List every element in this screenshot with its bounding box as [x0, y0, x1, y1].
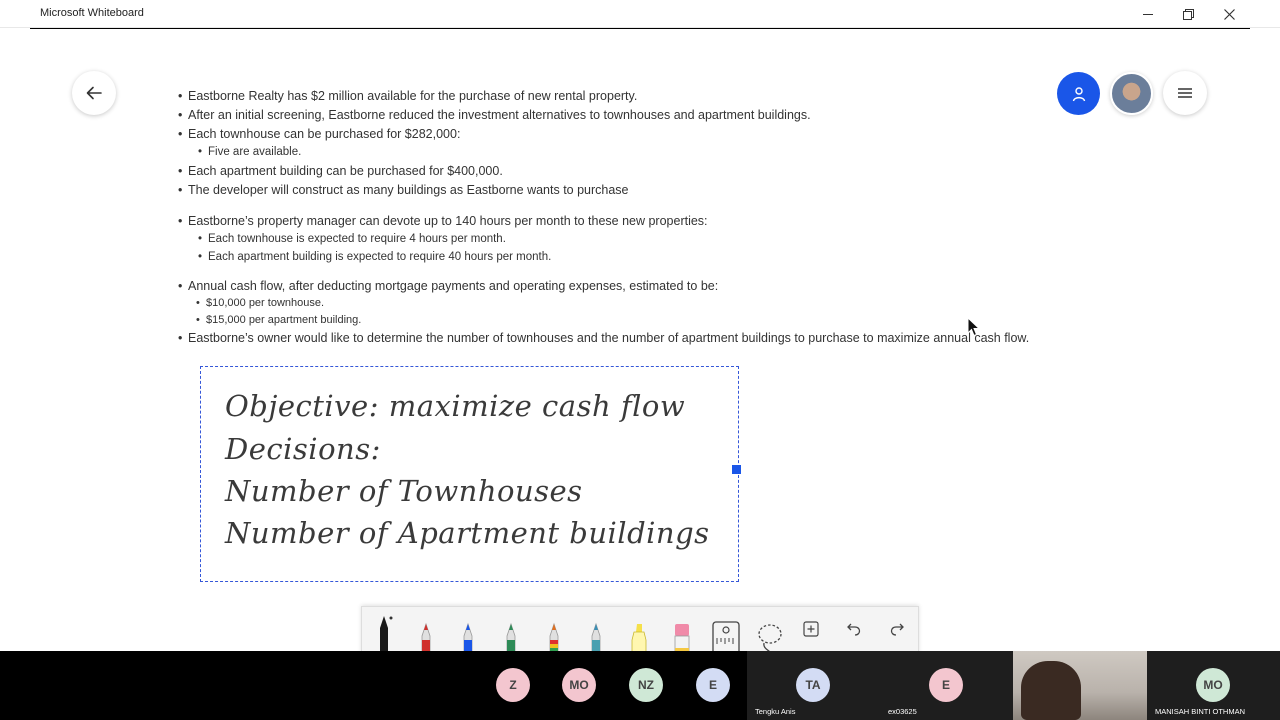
participant-avatar: E — [696, 668, 730, 702]
sub-bullet-line: • $15,000 per apartment building. — [196, 314, 362, 326]
person-icon — [1072, 86, 1085, 101]
sub-bullet-line: • Five are available. — [198, 146, 302, 158]
pen-black-tool[interactable] — [366, 610, 402, 654]
bullet-line: • The developer will construct as many bu… — [178, 183, 629, 197]
participant-name: ex03625 — [888, 707, 917, 716]
desktop-edge-right — [1250, 0, 1280, 651]
close-button[interactable] — [1209, 0, 1249, 28]
lasso-tool[interactable] — [752, 610, 788, 654]
bullet-text: The developer will construct as many bui… — [188, 183, 629, 197]
ruler-icon — [712, 621, 740, 654]
bullet-text: Eastborne’s property manager can devote … — [188, 214, 708, 228]
restore-icon — [1182, 8, 1194, 20]
bullet-text: Each apartment building can be purchased… — [188, 164, 503, 178]
settings-menu-button[interactable] — [1163, 71, 1207, 115]
participant-tile[interactable]: Z — [480, 651, 546, 720]
participant-avatar: MO — [562, 668, 596, 702]
participant-tile[interactable]: E — [680, 651, 747, 720]
bullet-text: $15,000 per apartment building. — [206, 314, 362, 326]
participant-avatar: E — [929, 668, 963, 702]
participant-name: Tengku Anis — [755, 707, 796, 716]
pen-red-tool[interactable] — [408, 610, 444, 654]
lasso-icon — [758, 624, 782, 653]
bullet-text: Each townhouse is expected to require 4 … — [208, 233, 506, 245]
back-arrow-icon — [86, 86, 102, 100]
bullet-line: • Each apartment building can be purchase… — [178, 164, 503, 178]
hamburger-menu-icon — [1178, 88, 1192, 98]
note-decisions-line: Decisions: — [225, 432, 381, 466]
participant-tile[interactable]: TA Tengku Anis — [747, 651, 880, 720]
share-button[interactable] — [1057, 72, 1100, 115]
pen-green-tool[interactable] — [493, 610, 529, 654]
undo-icon — [847, 623, 861, 636]
participant-avatar: TA — [796, 668, 830, 702]
participant-name: MANISAH BINTI OTHMAN — [1155, 707, 1246, 716]
minimize-icon — [1143, 13, 1153, 15]
app-title: Microsoft Whiteboard — [40, 7, 144, 19]
minimize-button[interactable] — [1128, 0, 1168, 28]
back-button[interactable] — [72, 71, 116, 115]
whiteboard-canvas[interactable]: • Eastborne Realty has $2 million availab… — [30, 29, 1250, 654]
ruler-tool[interactable] — [708, 610, 744, 654]
sub-bullet-line: • $10,000 per townhouse. — [196, 297, 325, 309]
bullet-text: After an initial screening, Eastborne re… — [188, 108, 811, 122]
pen-black-icon — [380, 616, 393, 654]
restore-button[interactable] — [1168, 0, 1208, 28]
bullet-line: • After an initial screening, Eastborne r… — [178, 108, 811, 122]
note-objective-line: Objective: maximize cash flow — [225, 389, 686, 423]
bullet-text: Eastborne Realty has $2 million availabl… — [188, 89, 638, 103]
eraser-icon — [674, 624, 690, 654]
pen-blue-icon — [463, 622, 473, 654]
pen-rainbow-icon — [549, 622, 559, 654]
participant-tile[interactable]: E ex03625 — [880, 651, 1013, 720]
redo-button[interactable] — [879, 607, 915, 651]
mouse-cursor-icon — [967, 317, 981, 337]
meeting-participant-strip: Z MO NZ E TA Tengku Anis E ex03625 MO MA… — [0, 651, 1280, 720]
bullet-text: Five are available. — [208, 146, 302, 158]
bullet-line: • Annual cash flow, after deducting mortg… — [178, 279, 719, 293]
highlighter-tool[interactable] — [621, 610, 657, 654]
participant-avatar: MO — [1196, 668, 1230, 702]
pen-galaxy-icon — [591, 622, 601, 654]
participant-avatar: Z — [496, 668, 530, 702]
bullet-line: • Each townhouse can be purchased for $28… — [178, 127, 461, 141]
desktop-edge-left — [0, 0, 30, 651]
participant-avatar: NZ — [629, 668, 663, 702]
sub-bullet-line: • Each apartment building is expected to … — [198, 251, 552, 263]
participant-tile[interactable]: MO — [546, 651, 613, 720]
add-icon — [803, 621, 819, 637]
note-apartments-line: Number of Apartment buildings — [225, 516, 710, 550]
bullet-text: Each apartment building is expected to r… — [208, 251, 552, 263]
bullet-text: Each townhouse can be purchased for $282… — [188, 127, 461, 141]
participant-tile[interactable]: MO MANISAH BINTI OTHMAN — [1147, 651, 1280, 720]
handwritten-note-selection[interactable]: Objective: maximize cash flow Decisions:… — [200, 366, 739, 582]
undo-button[interactable] — [836, 607, 872, 651]
pen-rainbow-tool[interactable] — [536, 610, 572, 654]
user-avatar[interactable] — [1110, 72, 1153, 115]
participant-video-tile[interactable] — [1013, 651, 1147, 720]
bullet-text: $10,000 per townhouse. — [206, 297, 325, 309]
bullet-line: • Eastborne’s property manager can devote… — [178, 214, 708, 228]
participant-video-feed — [1021, 661, 1081, 720]
pen-galaxy-tool[interactable] — [578, 610, 614, 654]
bullet-line: • Eastborne Realty has $2 million availab… — [178, 89, 638, 103]
pen-blue-tool[interactable] — [450, 610, 486, 654]
close-icon — [1223, 8, 1235, 20]
highlighter-icon — [631, 624, 647, 654]
bullet-text: Annual cash flow, after deducting mortga… — [188, 279, 719, 293]
pen-red-icon — [421, 622, 431, 654]
eraser-tool[interactable] — [664, 610, 700, 654]
pen-green-icon — [506, 622, 516, 654]
screen: Microsoft Whiteboard • Eastborne Realty h… — [0, 0, 1280, 720]
bullet-text: Eastborne’s owner would like to determin… — [188, 331, 1030, 345]
sub-bullet-line: • Each townhouse is expected to require 4… — [198, 233, 506, 245]
resize-handle[interactable] — [732, 465, 741, 474]
redo-icon — [890, 623, 904, 636]
bullet-line: • Eastborne’s owner would like to determi… — [178, 331, 1030, 345]
title-bar: Microsoft Whiteboard — [0, 0, 1280, 28]
add-button[interactable] — [793, 607, 829, 651]
inking-toolbar — [361, 606, 919, 654]
participant-tile[interactable]: NZ — [613, 651, 680, 720]
note-townhouses-line: Number of Townhouses — [225, 474, 583, 508]
